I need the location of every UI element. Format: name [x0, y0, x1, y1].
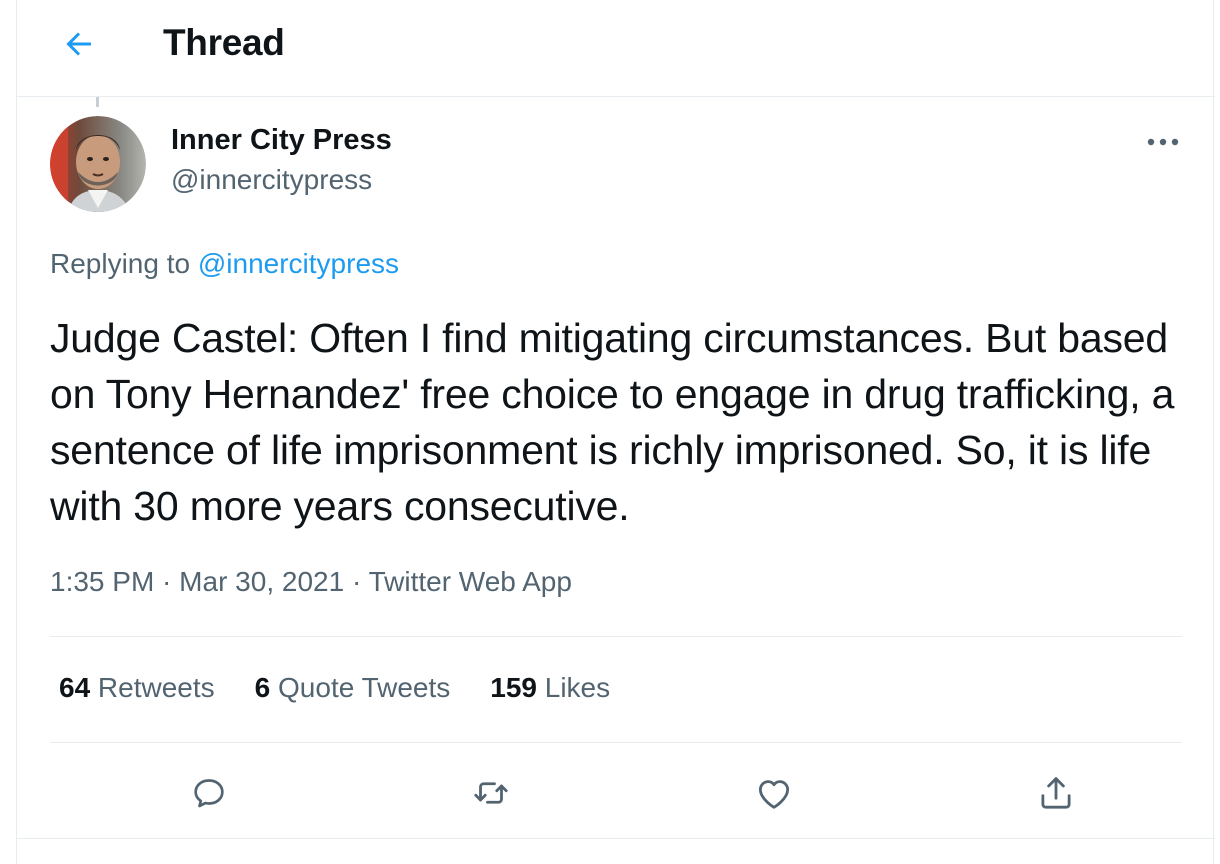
reply-icon	[194, 779, 224, 808]
reply-button[interactable]	[184, 768, 234, 818]
retweets-label: Retweets	[90, 672, 215, 703]
thread-connector-line	[96, 97, 99, 107]
quote-tweets-count: 6	[254, 672, 271, 703]
bottom-divider	[17, 838, 1215, 839]
thread-header: Thread	[17, 0, 1215, 97]
quote-tweets-label: Quote Tweets	[270, 672, 451, 703]
likes-label: Likes	[536, 672, 611, 703]
like-button[interactable]	[749, 768, 799, 818]
retweet-icon	[474, 782, 508, 804]
more-horizontal-icon	[1147, 138, 1179, 146]
retweet-button[interactable]	[466, 768, 516, 818]
tweet-meta: 1:35 PM · Mar 30, 2021 · Twitter Web App	[50, 566, 572, 598]
tweet-frame: Thread Inner City Press @innercitypress …	[16, 0, 1215, 864]
tweet-text: Judge Castel: Often I find mitigating ci…	[50, 315, 1175, 529]
meta-separator: ·	[154, 566, 180, 597]
avatar-image	[50, 116, 146, 212]
quote-tweets-stat[interactable]: 6 Quote Tweets	[255, 672, 451, 704]
tweet-source[interactable]: Twitter Web App	[369, 566, 572, 597]
share-button[interactable]	[1031, 768, 1081, 818]
divider	[50, 742, 1182, 743]
retweets-count: 64	[59, 672, 91, 703]
author-name[interactable]: Inner City Press	[171, 124, 392, 157]
author-handle[interactable]: @innercitypress	[171, 164, 372, 196]
likes-count: 159	[490, 672, 537, 703]
engagement-stats: 64 Retweets 6 Quote Tweets 159 Likes	[59, 672, 650, 704]
likes-stat[interactable]: 159 Likes	[490, 672, 610, 704]
tweet-actions	[50, 760, 1182, 824]
arrow-left-icon	[66, 32, 91, 56]
retweets-stat[interactable]: 64 Retweets	[59, 672, 215, 704]
avatar[interactable]	[50, 116, 146, 212]
replying-prefix: Replying to	[50, 248, 198, 279]
page-title: Thread	[163, 22, 285, 63]
tweet-time[interactable]: 1:35 PM	[50, 566, 154, 597]
like-icon	[758, 780, 790, 809]
back-button[interactable]	[57, 22, 101, 66]
tweet-date[interactable]: Mar 30, 2021	[179, 566, 344, 597]
share-icon	[1041, 777, 1071, 809]
replying-to-line: Replying to @innercitypress	[50, 248, 399, 280]
replying-to-mention[interactable]: @innercitypress	[198, 248, 399, 279]
more-options-button[interactable]	[1141, 124, 1185, 160]
meta-separator: ·	[344, 566, 369, 597]
divider	[50, 636, 1182, 637]
